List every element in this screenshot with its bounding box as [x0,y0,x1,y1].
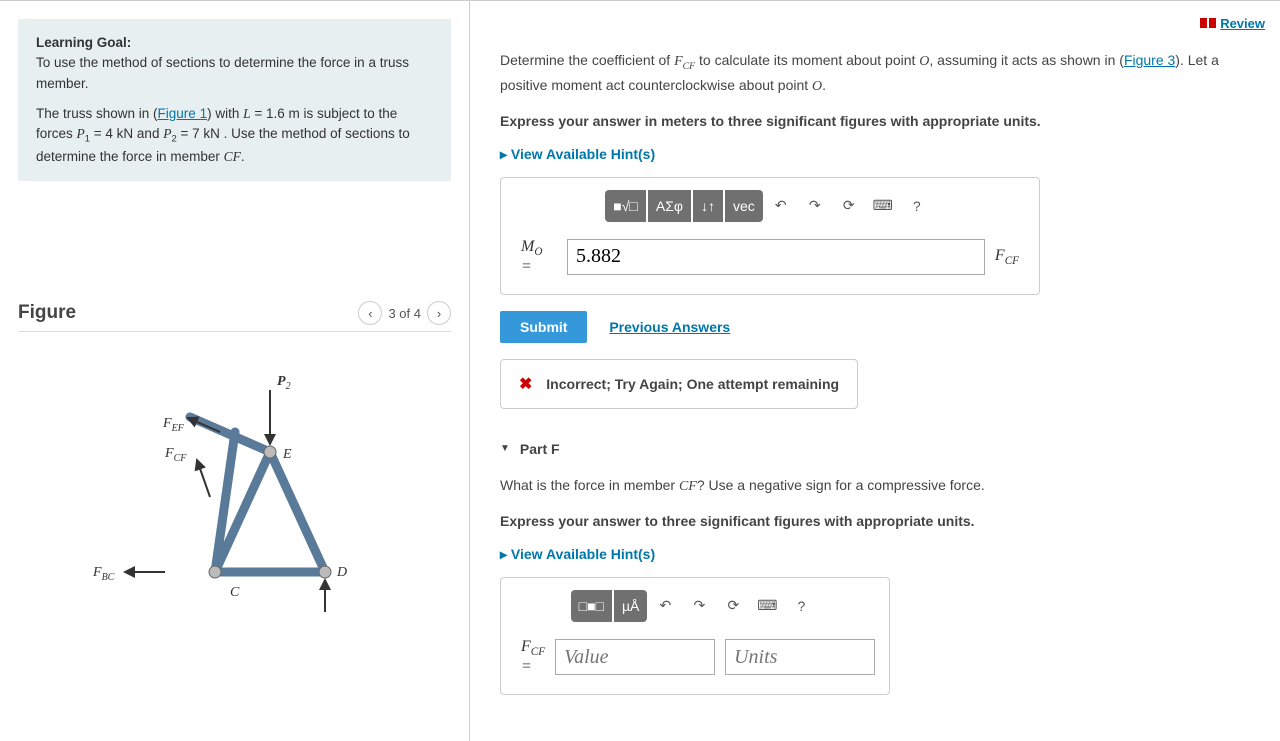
submit-button[interactable]: Submit [500,311,587,343]
fcf-label: FCF = [521,638,545,676]
part-f-title: Part F [520,441,560,457]
keyboard-button-f[interactable]: ⌨ [751,590,783,622]
part-e-question: Determine the coefficient of FCF to calc… [500,50,1265,96]
learning-goal-heading: Learning Goal: [36,35,131,50]
figure-title: Figure [18,302,76,324]
part-f-question: What is the force in member CF? Use a ne… [500,475,1265,497]
answer-panel-e: ■√□ ΑΣφ ↓↑ vec ↶ ↷ ⟳ ⌨ ? MO = FCF [500,177,1040,295]
undo-button-f[interactable]: ↶ [649,590,681,622]
label-c: C [230,585,240,600]
subscript-button[interactable]: ↓↑ [693,190,723,222]
fcf-units-input[interactable] [725,639,875,675]
undo-button[interactable]: ↶ [765,190,797,222]
feedback-box: ✖ Incorrect; Try Again; One attempt rema… [500,359,858,409]
problem-statement: The truss shown in (Figure 1) with L = 1… [36,104,433,167]
incorrect-icon: ✖ [519,376,532,393]
templates-button[interactable]: ■√□ [605,190,646,222]
fcf-value-input[interactable] [555,639,715,675]
help-button-f[interactable]: ? [785,590,817,622]
figure-next-button[interactable]: › [427,301,451,325]
left-pane: Learning Goal: To use the method of sect… [0,1,470,741]
truss-diagram: P2 FEF FCF FBC E C D [18,352,451,615]
label-e: E [282,447,292,462]
label-p2: P2 [277,374,291,392]
previous-answers-link[interactable]: Previous Answers [609,319,730,335]
part-e-instruct: Express your answer in meters to three s… [500,111,1265,132]
mo-unit: FCF [995,247,1019,267]
book-icon [1200,16,1216,32]
figure-section: Figure ‹ 3 of 4 › [18,301,451,615]
redo-button[interactable]: ↷ [799,190,831,222]
figure-prev-button[interactable]: ‹ [358,301,382,325]
toolbar-f: □■□ µÅ ↶ ↷ ⟳ ⌨ ? [521,590,869,622]
part-f-header[interactable]: ▼ Part F [500,441,1265,457]
keyboard-button[interactable]: ⌨ [867,190,899,222]
figure-counter: 3 of 4 [388,306,421,321]
mo-label: MO = [521,238,557,276]
figure-1-link[interactable]: Figure 1 [158,106,208,121]
figure-nav: ‹ 3 of 4 › [358,301,451,325]
help-button[interactable]: ? [901,190,933,222]
vector-button[interactable]: vec [725,190,763,222]
toolbar-e: ■√□ ΑΣφ ↓↑ vec ↶ ↷ ⟳ ⌨ ? [521,190,1019,222]
templates-button-f[interactable]: □■□ [571,590,612,622]
label-fef: FEF [162,416,185,434]
label-d: D [336,565,347,580]
right-pane: Review Determine the coefficient of FCF … [470,1,1280,741]
learning-goal-box: Learning Goal: To use the method of sect… [18,19,451,181]
reset-button-f[interactable]: ⟳ [717,590,749,622]
feedback-text: Incorrect; Try Again; One attempt remain… [546,376,839,392]
hints-link-e[interactable]: View Available Hint(s) [500,146,1265,163]
redo-button-f[interactable]: ↷ [683,590,715,622]
greek-button[interactable]: ΑΣφ [648,190,691,222]
label-fcf: FCF [164,446,187,464]
caret-down-icon: ▼ [500,443,510,454]
label-fbc: FBC [92,565,115,583]
part-f-instruct: Express your answer to three significant… [500,511,1265,532]
answer-panel-f: □■□ µÅ ↶ ↷ ⟳ ⌨ ? FCF = [500,577,890,695]
reset-button[interactable]: ⟳ [833,190,865,222]
learning-goal-text: To use the method of sections to determi… [36,55,409,90]
review-link[interactable]: Review [1220,16,1265,31]
units-button-f[interactable]: µÅ [614,590,647,622]
figure-3-link[interactable]: Figure 3 [1124,52,1175,68]
mo-input[interactable] [567,239,985,275]
hints-link-f[interactable]: View Available Hint(s) [500,546,1265,563]
